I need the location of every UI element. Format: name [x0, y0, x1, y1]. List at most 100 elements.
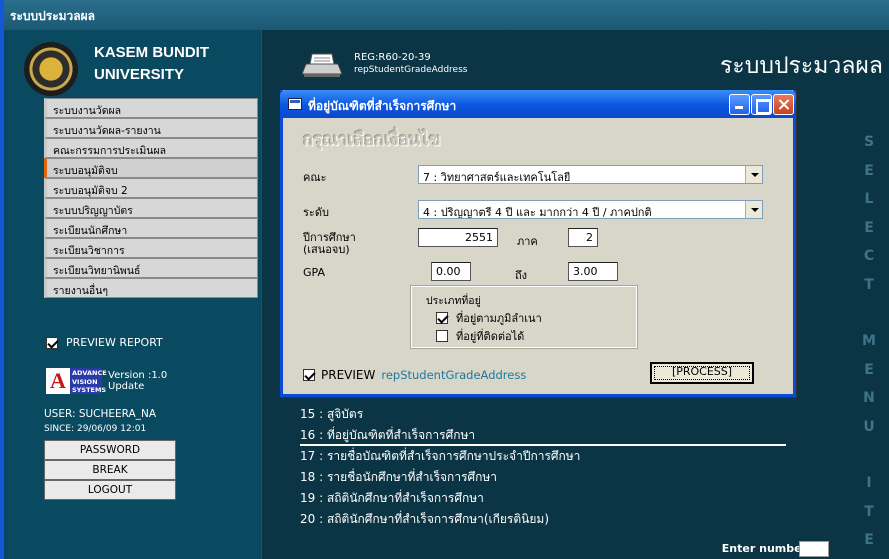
- update-text: Update: [108, 381, 145, 392]
- process-button[interactable]: [PROCESS]: [650, 362, 754, 384]
- sidebar-item[interactable]: รายงานอื่นๆ: [44, 278, 258, 298]
- list-item[interactable]: 18 : รายชื่อนักศึกษาที่สำเร็จการศึกษา: [300, 467, 786, 488]
- printer-icon: [301, 53, 343, 77]
- maximize-icon[interactable]: [751, 94, 772, 115]
- gpa-label: GPA: [303, 266, 325, 279]
- app-window: ระบบประมวลผล KASEM BUNDIT UNIVERSITY ระบ…: [0, 0, 889, 559]
- vendor-badge: A ADVANCE VISION SYSTEMS Version :1.0 Up…: [46, 368, 167, 394]
- term-input[interactable]: 2: [568, 228, 598, 247]
- gpa-to-input[interactable]: 3.00: [568, 262, 618, 281]
- address-option-row[interactable]: ที่อยู่ตามภูมิลำเนา: [436, 309, 542, 327]
- left-panel: KASEM BUNDIT UNIVERSITY ระบบงานวัดผล ระบ…: [8, 30, 262, 559]
- report-code: REG:R60-20-39 repStudentGradeAddress: [354, 52, 467, 76]
- preview-report-label: PREVIEW REPORT: [66, 336, 163, 349]
- break-button[interactable]: BREAK: [44, 460, 176, 480]
- sidebar-menu: ระบบงานวัดผล ระบบงานวัดผล-รายงาน คณะกรรม…: [44, 98, 258, 298]
- address-option-row[interactable]: ที่อยู่ที่ติดต่อได้: [436, 327, 524, 345]
- enter-number-label: Enter number: [721, 542, 807, 555]
- vertical-letter: S: [863, 134, 875, 150]
- vertical-letter: M: [859, 555, 879, 559]
- version-info: Version :1.0 Update: [108, 370, 167, 392]
- preview-label: PREVIEW: [321, 368, 376, 382]
- domicile-address-checkbox[interactable]: [436, 312, 448, 324]
- university-line2: UNIVERSITY: [94, 66, 185, 83]
- chevron-down-icon[interactable]: [745, 166, 762, 183]
- since-label: SINCE: 29/06/09 12:01: [44, 424, 147, 434]
- faculty-value: 7 : วิทยาศาสตร์และเทคโนโลยี: [423, 171, 571, 184]
- report-name: repStudentGradeAddress: [354, 65, 468, 75]
- gpa-to-label: ถึง: [515, 269, 528, 282]
- gpa-from-input[interactable]: 0.00: [431, 262, 471, 281]
- preview-checkbox-row[interactable]: PREVIEW repStudentGradeAddress: [303, 368, 526, 382]
- select-menu-item-vertical-text: S E L E C T M E N U I T E M: [859, 128, 879, 559]
- enter-number-input[interactable]: [799, 541, 829, 557]
- logout-button[interactable]: LOGOUT: [44, 480, 176, 500]
- vertical-letter: E: [864, 162, 874, 179]
- page-title: ระบบประมวลผล: [720, 53, 883, 79]
- preview-report-checkbox-row[interactable]: PREVIEW REPORT: [46, 336, 163, 349]
- app-title-bar: ระบบประมวลผล: [4, 0, 889, 30]
- domicile-address-label: ที่อยู่ตามภูมิลำเนา: [456, 312, 542, 325]
- faculty-label: คณะ: [303, 171, 327, 184]
- dialog-title: ที่อยู่บัณฑิตที่สำเร็จการศึกษา: [308, 99, 457, 113]
- sidebar-item[interactable]: ระบบปริญญาบัตร: [44, 198, 258, 218]
- level-value: 4 : ปริญญาตรี 4 ปี และ มากกว่า 4 ปี / ภา…: [423, 206, 652, 219]
- list-item-highlighted[interactable]: 16 : ที่อยู่บัณฑิตที่สำเร็จการศึกษา: [300, 425, 786, 446]
- vertical-letter: U: [863, 418, 875, 435]
- sidebar-item[interactable]: ระบบงานวัดผล-รายงาน: [44, 118, 258, 138]
- version-text: Version :1.0: [108, 370, 168, 381]
- vertical-letter: L: [864, 191, 874, 207]
- contact-address-checkbox[interactable]: [436, 330, 448, 342]
- report-menu-list: 15 : สูจิบัตร 16 : ที่อยู่บัณฑิตที่สำเร็…: [300, 404, 786, 530]
- vertical-letter: C: [863, 248, 875, 264]
- list-item[interactable]: 20 : สถิตินักศึกษาที่สำเร็จการศึกษา(เกีย…: [300, 509, 786, 530]
- vendor-line2: VISION: [72, 377, 98, 386]
- sidebar-item[interactable]: คณะกรรมการประเมินผล: [44, 138, 258, 158]
- sidebar-item[interactable]: ระเบียนนักศึกษา: [44, 218, 258, 238]
- year-input[interactable]: 2551: [418, 228, 498, 247]
- minimize-icon[interactable]: [729, 94, 750, 115]
- preview-checkbox[interactable]: [303, 369, 315, 381]
- level-select[interactable]: 4 : ปริญญาตรี 4 ปี และ มากกว่า 4 ปี / ภา…: [418, 200, 763, 219]
- sidebar-item-selected[interactable]: ระบบอนุมัติจบ: [44, 158, 258, 178]
- window-icon: [288, 98, 302, 110]
- year-label-line2: (เสนอจบ): [303, 243, 350, 256]
- vertical-letter: M: [862, 333, 876, 349]
- user-label: USER: SUCHEERA_NA: [44, 408, 157, 420]
- list-item[interactable]: 19 : สถิตินักศึกษาที่สำเร็จการศึกษา: [300, 488, 786, 509]
- vendor-line3: SYSTEMS: [72, 386, 107, 394]
- sidebar-item[interactable]: ระบบงานวัดผล: [44, 98, 258, 118]
- sidebar-item[interactable]: ระบบอนุมัติจบ 2: [44, 178, 258, 198]
- close-icon[interactable]: [773, 94, 794, 115]
- university-line1: KASEM BUNDIT: [94, 44, 209, 61]
- dialog-heading: กรุณาเลือกเงื่อนไข: [303, 130, 441, 150]
- address-type-group: ประเภทที่อยู่ ที่อยู่ตามภูมิลำเนา ที่อยู…: [410, 285, 638, 349]
- vertical-letter: N: [863, 390, 875, 406]
- sidebar-item[interactable]: ระเบียนวิชาการ: [44, 238, 258, 258]
- chevron-down-icon[interactable]: [745, 201, 762, 218]
- address-dialog: ที่อยู่บัณฑิตที่สำเร็จการศึกษา กรุณาเลือ…: [280, 90, 796, 397]
- dialog-title-bar[interactable]: ที่อยู่บัณฑิตที่สำเร็จการศึกษา: [280, 90, 796, 118]
- year-label: ปีการศึกษา (เสนอจบ): [303, 232, 356, 256]
- vendor-logo-a: A: [46, 368, 70, 394]
- list-item[interactable]: 17 : รายชื่อบัณฑิตที่สำเร็จการศึกษาประจำ…: [300, 446, 786, 467]
- level-label: ระดับ: [303, 206, 329, 219]
- preview-report-checkbox[interactable]: [46, 336, 58, 349]
- vertical-gap: [859, 299, 879, 327]
- vertical-letter: T: [864, 276, 874, 293]
- list-item[interactable]: 15 : สูจิบัตร: [300, 404, 786, 425]
- vendor-logo-text: ADVANCE VISION SYSTEMS: [70, 368, 107, 394]
- vertical-letter: I: [866, 475, 872, 491]
- address-type-title: ประเภทที่อยู่: [426, 295, 481, 307]
- university-logo: [24, 42, 78, 96]
- university-name: KASEM BUNDIT UNIVERSITY: [94, 42, 209, 86]
- vertical-gap: [859, 441, 879, 469]
- sidebar-item[interactable]: ระเบียนวิทยานิพนธ์: [44, 258, 258, 278]
- preview-report-name: repStudentGradeAddress: [381, 368, 527, 382]
- vertical-letter: T: [864, 503, 874, 520]
- password-button[interactable]: PASSWORD: [44, 440, 176, 460]
- vertical-letter: E: [864, 532, 874, 548]
- faculty-select[interactable]: 7 : วิทยาศาสตร์และเทคโนโลยี: [418, 165, 763, 184]
- term-label: ภาค: [517, 235, 538, 248]
- vertical-letter: E: [864, 219, 874, 236]
